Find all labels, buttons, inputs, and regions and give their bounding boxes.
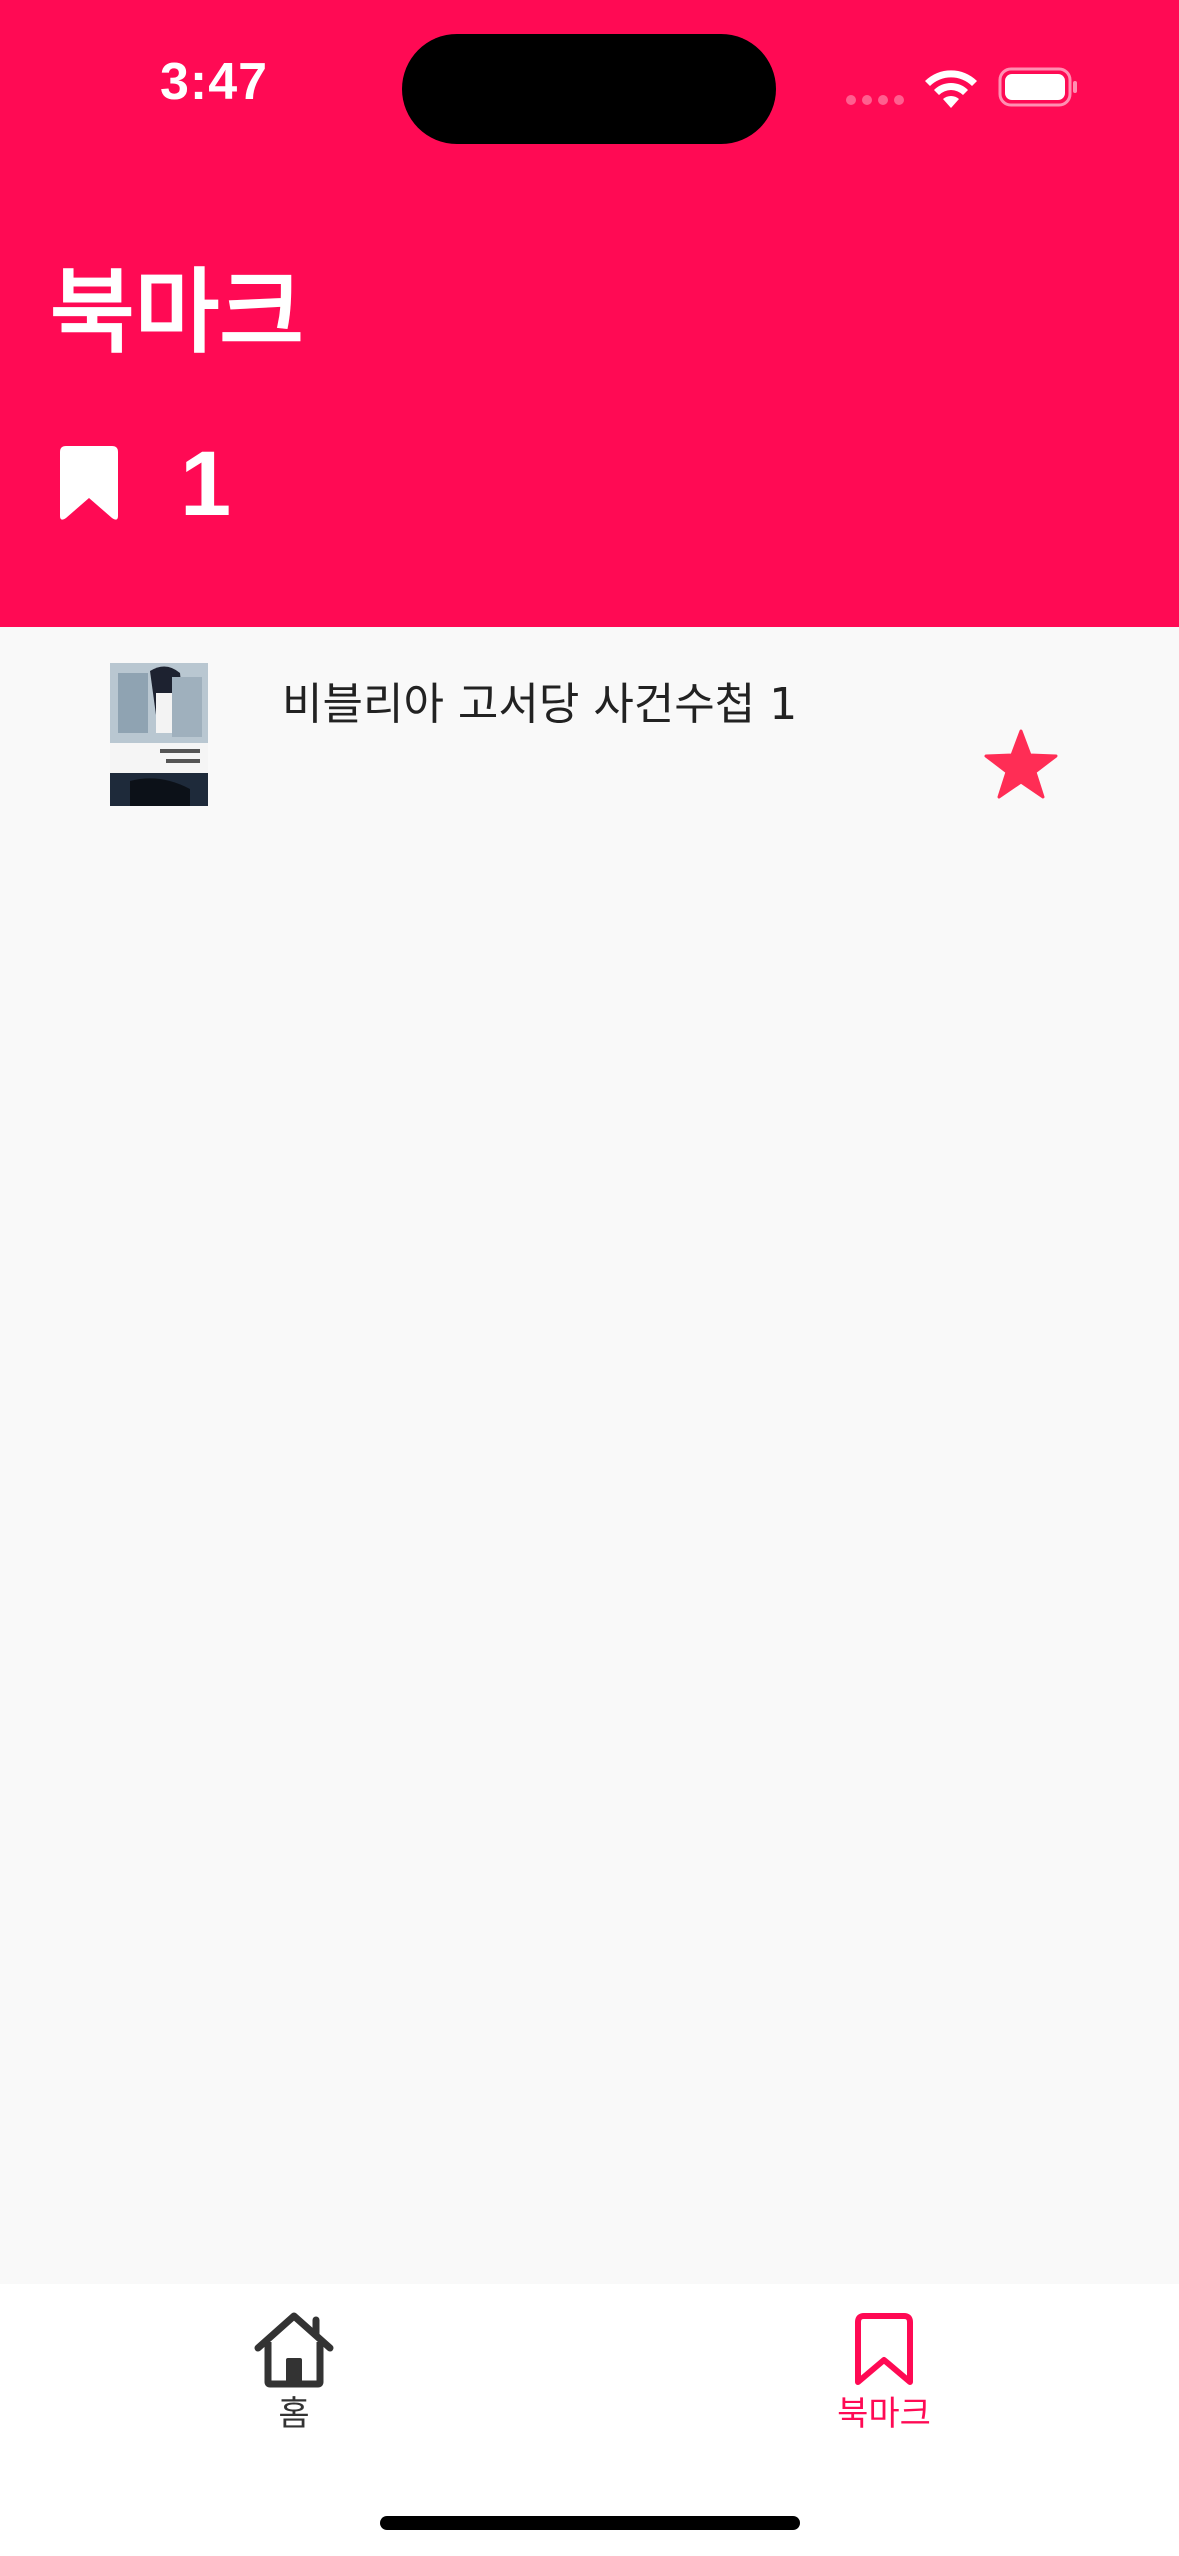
home-icon [254, 2312, 334, 2388]
book-title: 비블리아 고서당 사건수첩 1 [282, 679, 798, 730]
wifi-icon [925, 70, 977, 108]
home-indicator[interactable] [380, 2516, 800, 2530]
status-bar-time: 3:47 [160, 53, 269, 111]
header: 3:47 북마크 1 [0, 0, 1179, 627]
tab-home-label: 홈 [278, 2394, 310, 2434]
battery-icon [998, 67, 1077, 107]
page-title: 북마크 [50, 259, 304, 366]
dynamic-island [402, 34, 776, 144]
bookmark-icon [855, 2313, 913, 2385]
tab-bookmark[interactable]: 북마크 [764, 2284, 1004, 2444]
bookmark-count: 1 [180, 433, 232, 535]
list-item[interactable]: 비블리아 고서당 사건수첩 1 [0, 663, 1179, 813]
tab-home[interactable]: 홈 [174, 2284, 414, 2444]
cellular-signal-icon [846, 95, 904, 105]
tab-bookmark-label: 북마크 [837, 2394, 931, 2434]
book-cover-image [110, 663, 208, 806]
bookmark-icon [60, 446, 118, 520]
star-icon[interactable] [984, 729, 1058, 799]
